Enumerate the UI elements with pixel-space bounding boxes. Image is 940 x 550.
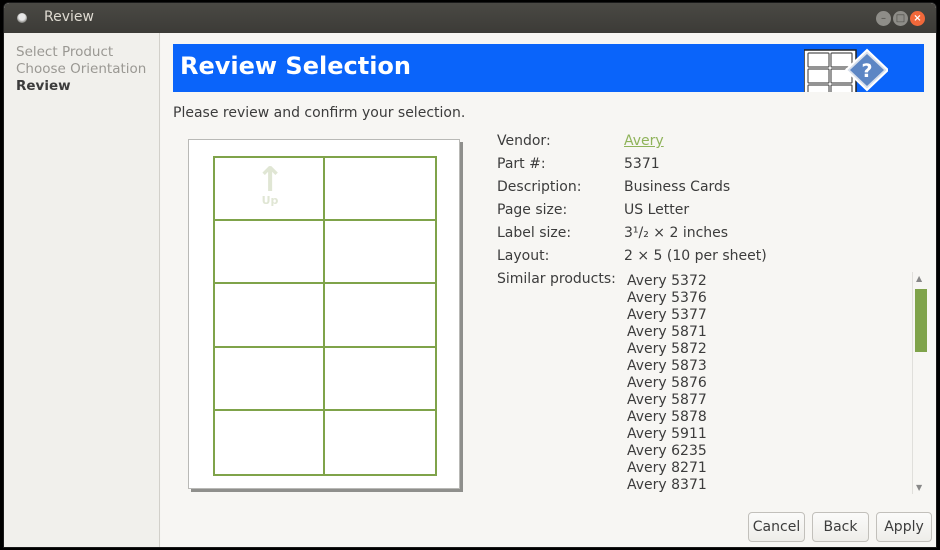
step-review: Review	[16, 78, 71, 94]
similar-product-item: Avery 5372	[627, 273, 707, 289]
description-value: Business Cards	[624, 179, 731, 195]
page-title: Review Selection	[180, 52, 411, 80]
maximize-button[interactable]: □	[893, 11, 908, 26]
label-cell: ↑ Up	[215, 158, 325, 222]
label-sheet-preview: ↑ Up	[188, 139, 460, 489]
label-cell	[325, 158, 435, 222]
up-arrow-icon: ↑	[255, 160, 285, 200]
minimize-button[interactable]: –	[876, 11, 891, 26]
page-size-label: Page size:	[497, 202, 568, 218]
label-grid: ↑ Up	[213, 156, 437, 476]
similar-products-label: Similar products:	[497, 271, 616, 287]
apply-button[interactable]: Apply	[876, 512, 932, 542]
label-size-label: Label size:	[497, 225, 572, 241]
part-value: 5371	[624, 156, 660, 172]
layout-label: Layout:	[497, 248, 550, 264]
label-cell	[215, 284, 325, 348]
title-bar[interactable]: Review – □ ×	[4, 3, 936, 33]
page-size-value: US Letter	[624, 202, 690, 218]
content-pane: Review Selection ? Please review and con…	[161, 33, 936, 547]
description-label: Description:	[497, 179, 582, 195]
similar-product-item: Avery 5877	[627, 392, 707, 408]
vendor-label: Vendor:	[497, 133, 551, 149]
similar-product-item: Avery 8271	[627, 460, 707, 476]
part-label: Part #:	[497, 156, 546, 172]
label-cell	[325, 284, 435, 348]
svg-text:?: ?	[861, 60, 872, 82]
layout-value: 2 × 5 (10 per sheet)	[624, 248, 767, 264]
cancel-button[interactable]: Cancel	[748, 512, 805, 542]
similar-products-list[interactable]: Avery 5372 Avery 5376 Avery 5377 Avery 5871…	[624, 273, 924, 493]
vendor-link[interactable]: Avery	[624, 133, 664, 149]
label-cell	[325, 221, 435, 285]
similar-product-item: Avery 5873	[627, 358, 707, 374]
scroll-up-icon[interactable]: ▲	[916, 274, 922, 283]
close-button[interactable]: ×	[910, 11, 925, 26]
app-icon	[17, 13, 27, 23]
scroll-down-icon[interactable]: ▼	[916, 483, 922, 492]
orientation-indicator: ↑ Up	[255, 162, 285, 207]
label-cell	[215, 347, 325, 411]
step-choose-orientation: Choose Orientation	[16, 61, 147, 77]
instructions-text: Please review and confirm your selection…	[173, 105, 466, 121]
similar-product-item: Avery 5377	[627, 307, 707, 323]
similar-product-item: Avery 5871	[627, 324, 707, 340]
label-sheet-help-icon: ?	[804, 46, 888, 92]
label-cell	[325, 348, 435, 411]
page-banner: Review Selection ?	[173, 44, 924, 92]
label-cell	[215, 221, 325, 285]
label-cell	[325, 411, 435, 474]
similar-product-item: Avery 6235	[627, 443, 707, 459]
step-select-product: Select Product	[16, 44, 114, 60]
label-cell	[215, 410, 325, 474]
similar-product-item: Avery 5872	[627, 341, 707, 357]
wizard-steps-sidebar: Select Product Choose Orientation Review	[4, 33, 160, 547]
scrollbar-thumb[interactable]	[915, 289, 927, 352]
review-dialog: Review – □ × Select Product Choose Orien…	[3, 2, 937, 548]
window-title: Review	[44, 9, 94, 25]
similar-product-item: Avery 8371	[627, 477, 707, 493]
similar-products-scrollbar[interactable]: ▲ ▼	[912, 272, 927, 494]
similar-product-item: Avery 5376	[627, 290, 707, 306]
similar-product-item: Avery 5911	[627, 426, 707, 442]
label-size-value: 3¹/₂ × 2 inches	[624, 225, 729, 241]
similar-product-item: Avery 5876	[627, 375, 707, 391]
back-button[interactable]: Back	[812, 512, 869, 542]
similar-product-item: Avery 5878	[627, 409, 707, 425]
